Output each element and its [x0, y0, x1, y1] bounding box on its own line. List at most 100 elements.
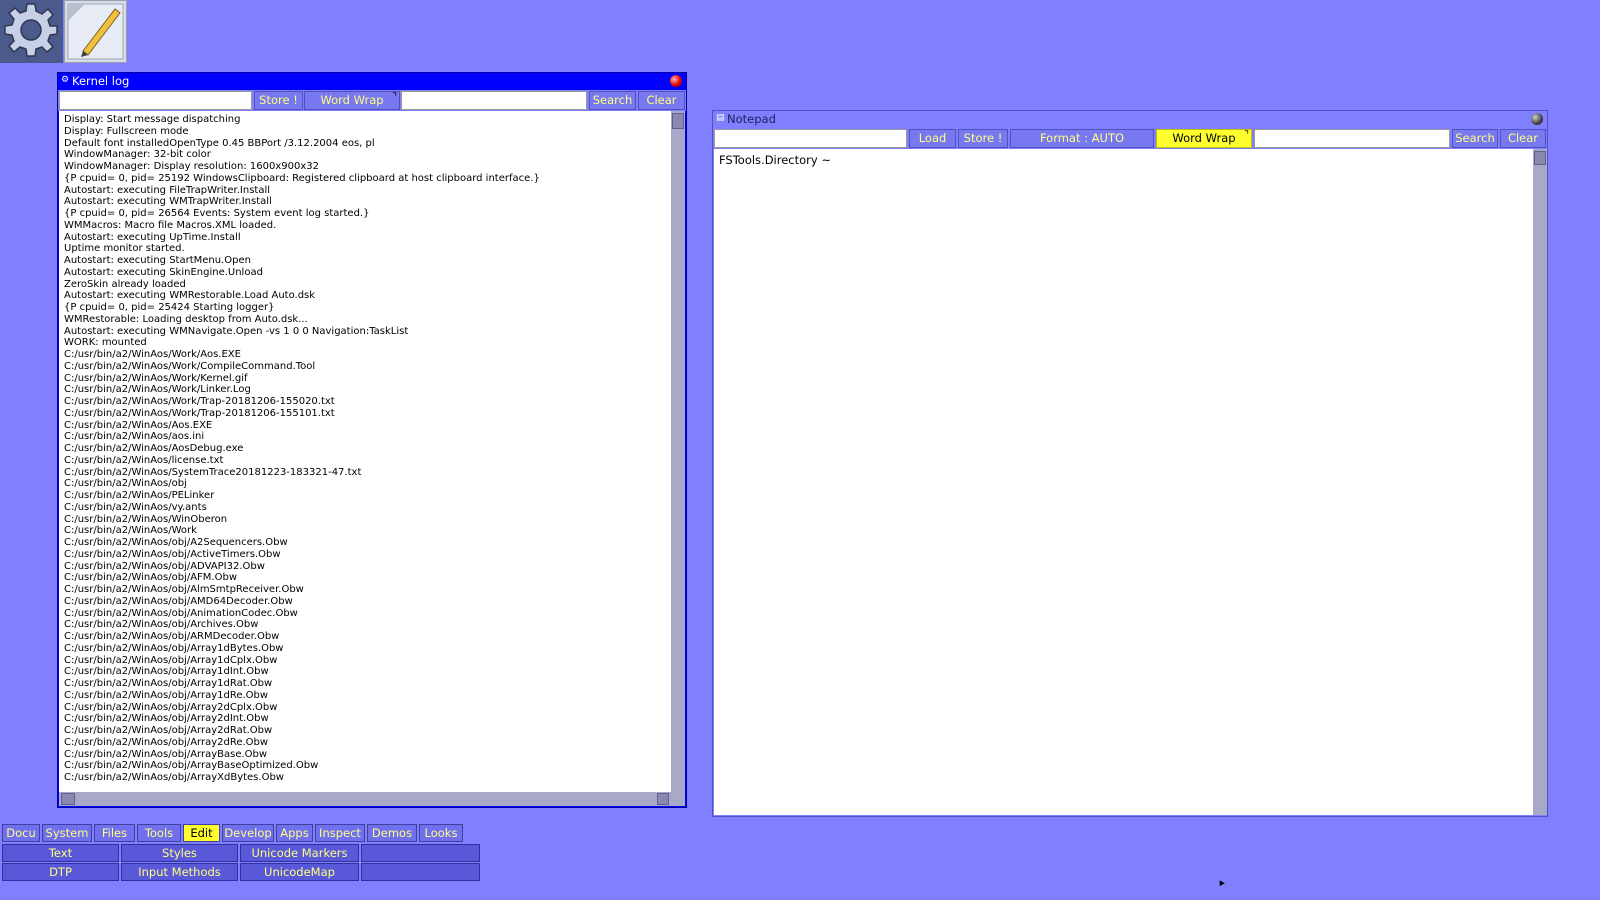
word-wrap-button[interactable]: Word Wrap ⌝: [304, 91, 400, 110]
search-button[interactable]: Search: [1452, 129, 1498, 148]
menu-tab-files[interactable]: Files: [94, 824, 135, 842]
log-line: C:/usr/bin/a2/WinAos/obj/AMD64Decoder.Ob…: [64, 595, 293, 607]
menu-tab-label: Looks: [424, 826, 458, 840]
submenu-label: Unicode Markers: [251, 846, 348, 860]
notepad-vscroll[interactable]: [1533, 149, 1547, 815]
log-line: WMMacros: Macro file Macros.XML loaded.: [64, 219, 277, 231]
log-line: C:/usr/bin/a2/WinAos/obj/ArrayXdBytes.Ob…: [64, 772, 284, 783]
log-line: {P cpuid= 0, pid= 26564 Events: System e…: [64, 208, 370, 219]
store-button[interactable]: Store !: [254, 91, 303, 110]
kernel-log-titlebar[interactable]: ⚙ Kernel log: [58, 73, 686, 90]
vscroll-thumb[interactable]: [672, 113, 684, 129]
menu-tab-docu[interactable]: Docu: [2, 824, 40, 842]
log-line: C:/usr/bin/a2/WinAos/WinOberon: [64, 513, 228, 525]
log-line: C:/usr/bin/a2/WinAos/obj/ARMDecoder.Obw: [64, 631, 280, 642]
log-line: C:/usr/bin/a2/WinAos/Work/Trap-20181206-…: [64, 396, 335, 407]
window-menu-icon[interactable]: ⚙: [61, 76, 70, 85]
notepad-pencil-icon[interactable]: [64, 0, 127, 63]
hscroll-thumb[interactable]: [61, 793, 75, 805]
store-button[interactable]: Store !: [958, 129, 1008, 148]
submenu-label: Input Methods: [138, 865, 221, 879]
submenu-unicode-markers[interactable]: Unicode Markers: [240, 844, 359, 862]
menu-tab-develop[interactable]: Develop: [222, 824, 274, 842]
toggle-mark-icon: ⌝: [392, 92, 397, 103]
log-line: C:/usr/bin/a2/WinAos/Work: [64, 525, 197, 537]
submenu-label: UnicodeMap: [264, 865, 335, 879]
load-button[interactable]: Load: [909, 129, 956, 148]
kernel-log-vscroll[interactable]: [671, 111, 685, 792]
submenu-label: DTP: [49, 865, 72, 879]
word-wrap-button[interactable]: Word Wrap ⌝: [1156, 129, 1252, 148]
log-line: C:/usr/bin/a2/WinAos/obj/AnimationCodec.…: [64, 607, 298, 619]
gear-icon[interactable]: [0, 0, 63, 63]
clear-button[interactable]: Clear: [1500, 129, 1546, 148]
submenu-empty[interactable]: [361, 844, 480, 862]
kernel-log-text[interactable]: Display: Start message dispatching Displa…: [59, 111, 671, 792]
kernel-log-search-input[interactable]: [401, 91, 587, 110]
log-line: C:/usr/bin/a2/WinAos/obj/ArrayBaseOptimi…: [64, 760, 319, 772]
menu-tab-apps[interactable]: Apps: [276, 824, 313, 842]
log-line: WORK: mounted: [64, 337, 147, 349]
menu-tab-edit[interactable]: Edit: [183, 824, 220, 842]
toggle-mark-icon: ⌝: [1244, 130, 1249, 141]
menu-tab-looks[interactable]: Looks: [419, 824, 463, 842]
window-title: Notepad: [727, 112, 776, 126]
submenu-input-methods[interactable]: Input Methods: [121, 863, 238, 881]
log-line: C:/usr/bin/a2/WinAos/vy.ants: [64, 501, 207, 513]
close-icon[interactable]: [1531, 113, 1543, 125]
kernel-log-hscroll[interactable]: [59, 792, 685, 806]
log-line: C:/usr/bin/a2/WinAos/obj/Array1dCplx.Obw: [64, 654, 278, 666]
menu-tab-tools[interactable]: Tools: [137, 824, 181, 842]
menu-tab-inspect[interactable]: Inspect: [315, 824, 365, 842]
log-line: C:/usr/bin/a2/WinAos/obj/Array1dRe.Obw: [64, 689, 269, 701]
submenu-unicodemap[interactable]: UnicodeMap: [240, 863, 359, 881]
close-icon[interactable]: [670, 75, 682, 87]
log-line: C:/usr/bin/a2/WinAos/obj: [64, 478, 187, 490]
log-line: C:/usr/bin/a2/WinAos/Work/Linker.Log: [64, 384, 251, 396]
notepad-editor[interactable]: FSTools.Directory ~: [714, 149, 1533, 815]
submenu-text[interactable]: Text: [2, 844, 119, 862]
log-line: C:/usr/bin/a2/WinAos/obj/ActiveTimers.Ob…: [64, 548, 281, 560]
menu-tab-label: System: [45, 826, 89, 840]
menu-tab-system[interactable]: System: [42, 824, 92, 842]
log-line: C:/usr/bin/a2/WinAos/obj/Array1dBytes.Ob…: [64, 642, 284, 654]
notepad-search-input[interactable]: [1254, 129, 1450, 148]
window-menu-icon[interactable]: ▤: [716, 114, 725, 123]
log-line: C:/usr/bin/a2/WinAos/obj/A2Sequencers.Ob…: [64, 537, 288, 548]
log-line: Autostart: executing WMNavigate.Open -vs…: [64, 325, 409, 337]
clear-button[interactable]: Clear: [638, 91, 685, 110]
log-line: C:/usr/bin/a2/WinAos/obj/Array2dInt.Obw: [64, 713, 269, 725]
submenu-empty[interactable]: [361, 863, 480, 881]
log-line: C:/usr/bin/a2/WinAos/obj/Array2dRe.Obw: [64, 736, 269, 748]
hscroll-right-thumb[interactable]: [657, 793, 669, 805]
clear-button-label: Clear: [646, 93, 677, 107]
log-line: C:/usr/bin/a2/WinAos/obj/ADVAPI32.Obw: [64, 560, 265, 572]
search-button-label: Search: [592, 93, 633, 107]
notepad-text: FSTools.Directory ~: [719, 153, 831, 167]
search-button[interactable]: Search: [589, 91, 636, 110]
log-line: Autostart: executing FileTrapWriter.Inst…: [64, 184, 271, 196]
submenu-dtp[interactable]: DTP: [2, 863, 119, 881]
mouse-cursor-icon: [1217, 878, 1225, 887]
notepad-window: ▤ Notepad Load Store ! Format : AUTO Wor…: [712, 110, 1548, 817]
log-line: C:/usr/bin/a2/WinAos/obj/Array1dInt.Obw: [64, 666, 269, 678]
log-line: Uptime monitor started.: [64, 243, 185, 255]
kernel-log-path-input[interactable]: [59, 91, 252, 110]
log-line: C:/usr/bin/a2/WinAos/obj/Array2dCplx.Obw: [64, 701, 278, 713]
submenu-styles[interactable]: Styles: [121, 844, 238, 862]
vscroll-thumb[interactable]: [1534, 151, 1546, 165]
menu-tab-label: Docu: [6, 826, 36, 840]
log-line: C:/usr/bin/a2/WinAos/Work/Trap-20181206-…: [64, 407, 335, 419]
menu-tab-label: Files: [101, 826, 128, 840]
log-line: Default font installedOpenType 0.45 BBPo…: [64, 137, 375, 149]
menu-tab-demos[interactable]: Demos: [367, 824, 417, 842]
notepad-titlebar[interactable]: ▤ Notepad: [713, 111, 1547, 128]
log-line: C:/usr/bin/a2/WinAos/SystemTrace20181223…: [64, 466, 362, 478]
store-button-label: Store !: [963, 131, 1003, 145]
log-line: C:/usr/bin/a2/WinAos/license.txt: [64, 454, 224, 466]
filename-input[interactable]: [714, 129, 907, 148]
format-button[interactable]: Format : AUTO: [1010, 129, 1154, 148]
store-button-label: Store !: [259, 93, 298, 107]
log-line: Autostart: executing StartMenu.Open: [64, 255, 251, 266]
clear-button-label: Clear: [1507, 131, 1539, 145]
